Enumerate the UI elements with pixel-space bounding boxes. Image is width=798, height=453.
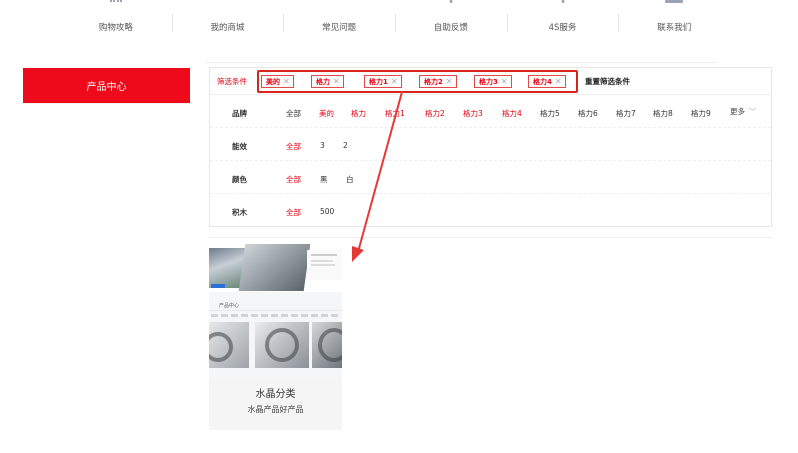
more-label: 更多 xyxy=(730,107,745,116)
close-icon[interactable]: ✕ xyxy=(391,77,398,86)
product-card[interactable]: 产品中心 水晶分类 水晶产品好产品 xyxy=(209,242,342,430)
nav-indicator-icon xyxy=(561,0,565,3)
filter-row-label: 能效 xyxy=(232,142,247,151)
thumbnail-product-image xyxy=(312,322,342,368)
filter-option[interactable]: 黑 xyxy=(320,174,328,185)
thumbnail-banner xyxy=(209,242,342,292)
filter-tag-gree1[interactable]: 格力1 ✕ xyxy=(364,75,402,88)
filter-row-label: 积木 xyxy=(232,208,247,217)
nav-indicator-icon xyxy=(449,0,453,3)
filter-row-label: 颜色 xyxy=(232,175,247,184)
filter-option[interactable]: 2 xyxy=(343,141,348,150)
filter-tag-gree3[interactable]: 格力3 ✕ xyxy=(474,75,512,88)
nav-item-4s-service[interactable]: 4S服务 xyxy=(506,0,619,48)
filter-option[interactable]: 格力2 xyxy=(425,108,445,119)
nav-item-my-mall[interactable]: 我的商城 xyxy=(171,0,284,48)
nav-item-contact[interactable]: 联系我们 xyxy=(618,0,730,48)
filter-tag-label: 格力1 xyxy=(369,77,388,86)
top-nav: 购物攻略 我的商城 常见问题 自助反馈 4S服务 联系我们 xyxy=(60,0,730,48)
filter-tag-gree4[interactable]: 格力4 ✕ xyxy=(528,75,566,88)
divider xyxy=(209,237,772,238)
filter-tag-label: 格力2 xyxy=(424,77,443,86)
filter-tag-midea[interactable]: 美的 ✕ xyxy=(261,75,294,88)
nav-item-label: 联系我们 xyxy=(657,23,692,33)
thumbnail-product-image xyxy=(209,322,249,368)
more-button[interactable]: 更多 ﹀ xyxy=(730,106,757,117)
filter-option[interactable]: 全部 xyxy=(286,174,301,185)
filter-option[interactable]: 美的 xyxy=(319,108,334,119)
close-icon[interactable]: ✕ xyxy=(283,77,290,86)
filter-tag-gree2[interactable]: 格力2 ✕ xyxy=(419,75,457,88)
nav-item-label: 常见问题 xyxy=(322,23,357,33)
nav-indicator-icon xyxy=(665,0,684,3)
nav-item-feedback[interactable]: 自助反馈 xyxy=(395,0,507,48)
filter-panel: 筛选条件 美的 ✕ 格力 ✕ 格力1 ✕ 格力2 ✕ 格力3 ✕ 格力4 ✕ 重置筛选条件 … xyxy=(209,67,772,227)
filter-tag-label: 格力4 xyxy=(533,77,552,86)
nav-item-label: 我的商城 xyxy=(210,23,245,33)
filter-option[interactable]: 全部 xyxy=(286,141,301,152)
reset-filters-button[interactable]: 重置筛选条件 xyxy=(585,76,630,87)
filter-option[interactable]: 全部 xyxy=(286,207,301,218)
nav-item-faq[interactable]: 常见问题 xyxy=(283,0,395,48)
thumbnail-product-image xyxy=(255,322,309,368)
filter-option[interactable]: 白 xyxy=(346,174,354,185)
close-icon[interactable]: ✕ xyxy=(555,77,562,86)
filter-option[interactable]: 格力8 xyxy=(653,108,673,119)
divider xyxy=(23,103,190,104)
sidebar-title-label: 产品中心 xyxy=(86,82,127,93)
filter-row-blocks: 积木 全部 500 xyxy=(210,194,771,227)
nav-indicator-icon xyxy=(109,0,122,3)
filter-option[interactable]: 格力5 xyxy=(540,108,560,119)
sidebar-title[interactable]: 产品中心 xyxy=(23,68,190,103)
filter-option[interactable]: 格力3 xyxy=(463,108,483,119)
filter-row-energy: 能效 全部 3 2 xyxy=(210,128,771,161)
product-title[interactable]: 水晶分类 xyxy=(209,385,342,400)
thumbnail-title: 产品中心 xyxy=(219,303,240,309)
product-subtitle: 水晶产品好产品 xyxy=(247,405,304,414)
nav-item-label: 4S服务 xyxy=(548,23,577,33)
product-thumbnail[interactable]: 产品中心 xyxy=(209,242,342,378)
filter-tag-label: 美的 xyxy=(266,77,280,86)
nav-item-label: 购物攻略 xyxy=(98,23,133,33)
divider xyxy=(205,62,717,63)
filter-tag-label: 格力3 xyxy=(479,77,498,86)
chevron-down-icon: ﹀ xyxy=(749,107,757,116)
close-icon[interactable]: ✕ xyxy=(446,77,453,86)
filter-row-label: 品牌 xyxy=(232,109,247,118)
filter-option[interactable]: 格力1 xyxy=(385,108,405,119)
filter-tag-label: 格力 xyxy=(316,77,330,86)
filter-option[interactable]: 格力9 xyxy=(691,108,711,119)
filter-option[interactable]: 格力 xyxy=(351,108,366,119)
close-icon[interactable]: ✕ xyxy=(333,77,340,86)
filter-option[interactable]: 格力6 xyxy=(578,108,598,119)
filter-row-brand: 品牌 全部 美的 格力 格力1 格力2 格力3 格力4 格力5 格力6 格力7 … xyxy=(210,95,771,128)
nav-item-label: 自助反馈 xyxy=(433,23,468,33)
selected-filters-label: 筛选条件 xyxy=(217,77,247,86)
selected-filters-row: 筛选条件 美的 ✕ 格力 ✕ 格力1 ✕ 格力2 ✕ 格力3 ✕ 格力4 ✕ 重置筛选条件 xyxy=(210,68,771,95)
filter-option[interactable]: 500 xyxy=(320,207,334,216)
nav-item-shopping-guide[interactable]: 购物攻略 xyxy=(60,0,172,48)
close-icon[interactable]: ✕ xyxy=(501,77,508,86)
filter-option[interactable]: 3 xyxy=(320,141,325,150)
filter-row-color: 颜色 全部 黑 白 xyxy=(210,161,771,194)
filter-option[interactable]: 格力4 xyxy=(502,108,522,119)
filter-option[interactable]: 全部 xyxy=(286,108,301,119)
filter-option[interactable]: 格力7 xyxy=(616,108,636,119)
filter-tag-gree[interactable]: 格力 ✕ xyxy=(311,75,344,88)
